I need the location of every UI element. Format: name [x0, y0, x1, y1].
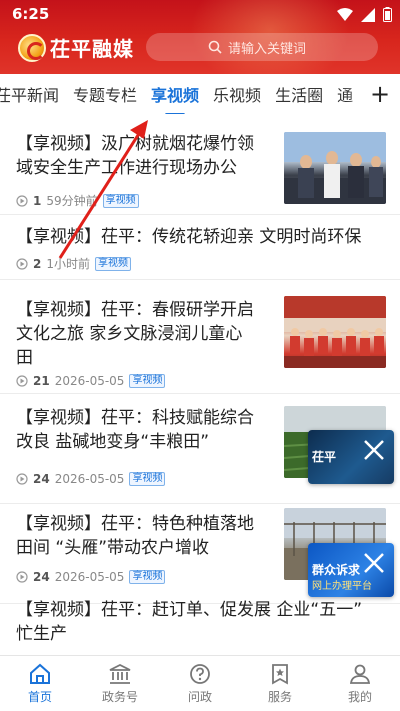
floating-service-subtitle: 网上办理平台	[312, 581, 372, 592]
publish-time: 59分钟前	[46, 194, 98, 208]
logo-text: 茌平融媒	[50, 37, 134, 61]
nav-home-label: 首页	[27, 690, 52, 704]
news-item[interactable]: 【享视频】茌平：赶订单、促发展 企业“五一” 忙生产	[0, 598, 400, 658]
view-count-icon	[16, 257, 28, 270]
nav-inquiry[interactable]: 问政	[160, 656, 240, 711]
news-title: 【享视频】茌平：春假研学开启 文化之旅 家乡文脉浸润儿童心 田	[16, 298, 278, 370]
view-count-icon	[16, 194, 28, 207]
tab-special-topics[interactable]: 专题专栏	[66, 82, 144, 106]
thumbnail-children-image	[284, 296, 386, 368]
home-icon	[30, 663, 50, 684]
news-title-line: 【享视频】茌平：特色种植落地	[16, 514, 254, 534]
bottom-navigation: 首页 政务号 问政 服务 我的	[0, 655, 400, 711]
news-item[interactable]: 【享视频】汲广树就烟花爆竹领 域安全生产工作进行现场办公 1 59分钟前 享视频	[0, 120, 400, 215]
news-title-line: 域安全生产工作进行现场办公	[16, 158, 237, 178]
logo-mark-icon	[18, 33, 46, 62]
news-meta: 2 1小时前 享视频	[16, 255, 131, 272]
category-tag: 享视频	[95, 256, 131, 271]
nav-government-label: 政务号	[101, 690, 138, 704]
nav-service-label: 服务	[267, 690, 292, 704]
news-item[interactable]: 【享视频】茌平：传统花轿迎亲 文明时尚环保 2 1小时前 享视频	[0, 215, 400, 280]
news-meta: 21 2026-05-05 享视频	[16, 374, 166, 388]
category-tag: 享视频	[129, 570, 166, 584]
view-count: 24	[33, 570, 50, 584]
news-title-line: 【享视频】茌平：赶订单、促发展 企业“五一”	[16, 600, 363, 620]
view-count: 1	[33, 193, 42, 208]
nav-profile[interactable]: 我的	[320, 656, 400, 711]
search-bar[interactable]: 请输入关键词	[146, 33, 378, 61]
close-icon[interactable]	[360, 549, 388, 577]
floating-service-title: 群众诉求	[312, 563, 361, 577]
publish-time: 2026-05-05	[54, 374, 125, 388]
news-title-line: 【享视频】茌平：科技赋能综合	[16, 408, 254, 428]
tab-xiang-video[interactable]: 享视频	[144, 82, 206, 106]
view-count-icon	[16, 375, 28, 387]
floating-service-card[interactable]: 群众诉求 网上办理平台	[308, 543, 394, 597]
news-title-line: 【享视频】茌平：春假研学开启	[16, 300, 254, 320]
news-meta: 24 2026-05-05 享视频	[16, 472, 166, 486]
view-count: 21	[33, 374, 50, 388]
news-title: 【享视频】茌平：科技赋能综合 改良 盐碱地变身“丰粮田”	[16, 406, 278, 454]
publish-time: 2026-05-05	[54, 570, 125, 584]
wifi-icon	[337, 7, 353, 21]
tab-le-video[interactable]: 乐视频	[206, 82, 268, 106]
status-time: 6:25	[12, 5, 50, 23]
government-icon	[109, 663, 131, 684]
news-meta: 1 59分钟前 享视频	[16, 192, 139, 209]
user-icon	[349, 664, 371, 684]
category-tag: 享视频	[129, 472, 166, 486]
news-title-line: 【享视频】茌平：传统花轿迎亲 文明时尚环保	[16, 227, 362, 247]
news-thumbnail	[284, 296, 386, 368]
news-title-line: 田间 “头雁”带动农户增收	[16, 538, 210, 558]
news-title-line: 田	[16, 348, 33, 368]
channel-tabs: 茌平新闻 专题专栏 享视频 乐视频 生活圈 通 +	[0, 74, 400, 114]
nav-service[interactable]: 服务	[240, 656, 320, 711]
nav-government[interactable]: 政务号	[80, 656, 160, 711]
app-logo: 茌平融媒	[18, 33, 134, 62]
news-title-line: 改良 盐碱地变身“丰粮田”	[16, 432, 210, 452]
publish-time: 1小时前	[46, 257, 90, 271]
signal-icon	[361, 7, 375, 22]
news-title: 【享视频】茌平：特色种植落地 田间 “头雁”带动农户增收	[16, 512, 278, 560]
view-count-icon	[16, 473, 28, 485]
floating-video-card[interactable]: 茌平	[308, 430, 394, 484]
news-item[interactable]: 【享视频】茌平：春假研学开启 文化之旅 家乡文脉浸润儿童心 田 21 2026-…	[0, 286, 400, 394]
news-title: 【享视频】茌平：赶订单、促发展 企业“五一” 忙生产	[16, 598, 396, 646]
service-star-icon	[272, 664, 288, 685]
news-title: 【享视频】茌平：传统花轿迎亲 文明时尚环保	[16, 225, 396, 249]
nav-inquiry-label: 问政	[187, 690, 212, 704]
search-icon	[208, 40, 222, 54]
category-tag: 享视频	[129, 374, 166, 388]
news-title-line: 文化之旅 家乡文脉浸润儿童心	[16, 324, 243, 344]
category-tag: 享视频	[102, 193, 139, 208]
add-channel-button[interactable]: +	[368, 80, 392, 108]
floating-video-text: 茌平	[312, 450, 337, 464]
status-icons	[337, 7, 392, 22]
nav-profile-label: 我的	[347, 690, 372, 704]
news-title-line: 忙生产	[16, 624, 67, 644]
news-thumbnail	[284, 132, 386, 204]
tabs-fade	[346, 74, 370, 114]
app-header: 6:25 茌平融媒 请输入关键词	[0, 0, 400, 74]
view-count-icon	[16, 571, 28, 583]
nav-home[interactable]: 首页	[0, 656, 80, 711]
thumbnail-people-image	[284, 132, 386, 204]
close-icon[interactable]	[360, 436, 388, 464]
publish-time: 2026-05-05	[54, 472, 125, 486]
status-bar: 6:25	[0, 0, 400, 30]
battery-icon	[383, 7, 392, 22]
tab-life-circle[interactable]: 生活圈	[268, 82, 330, 106]
search-placeholder: 请输入关键词	[228, 41, 307, 57]
news-title-line: 【享视频】汲广树就烟花爆竹领	[16, 134, 254, 154]
view-count: 2	[33, 256, 42, 271]
tab-chiping-news[interactable]: 茌平新闻	[0, 82, 66, 106]
question-icon	[190, 664, 210, 684]
news-title: 【享视频】汲广树就烟花爆竹领 域安全生产工作进行现场办公	[16, 132, 278, 180]
view-count: 24	[33, 472, 50, 486]
news-meta: 24 2026-05-05 享视频	[16, 570, 166, 584]
